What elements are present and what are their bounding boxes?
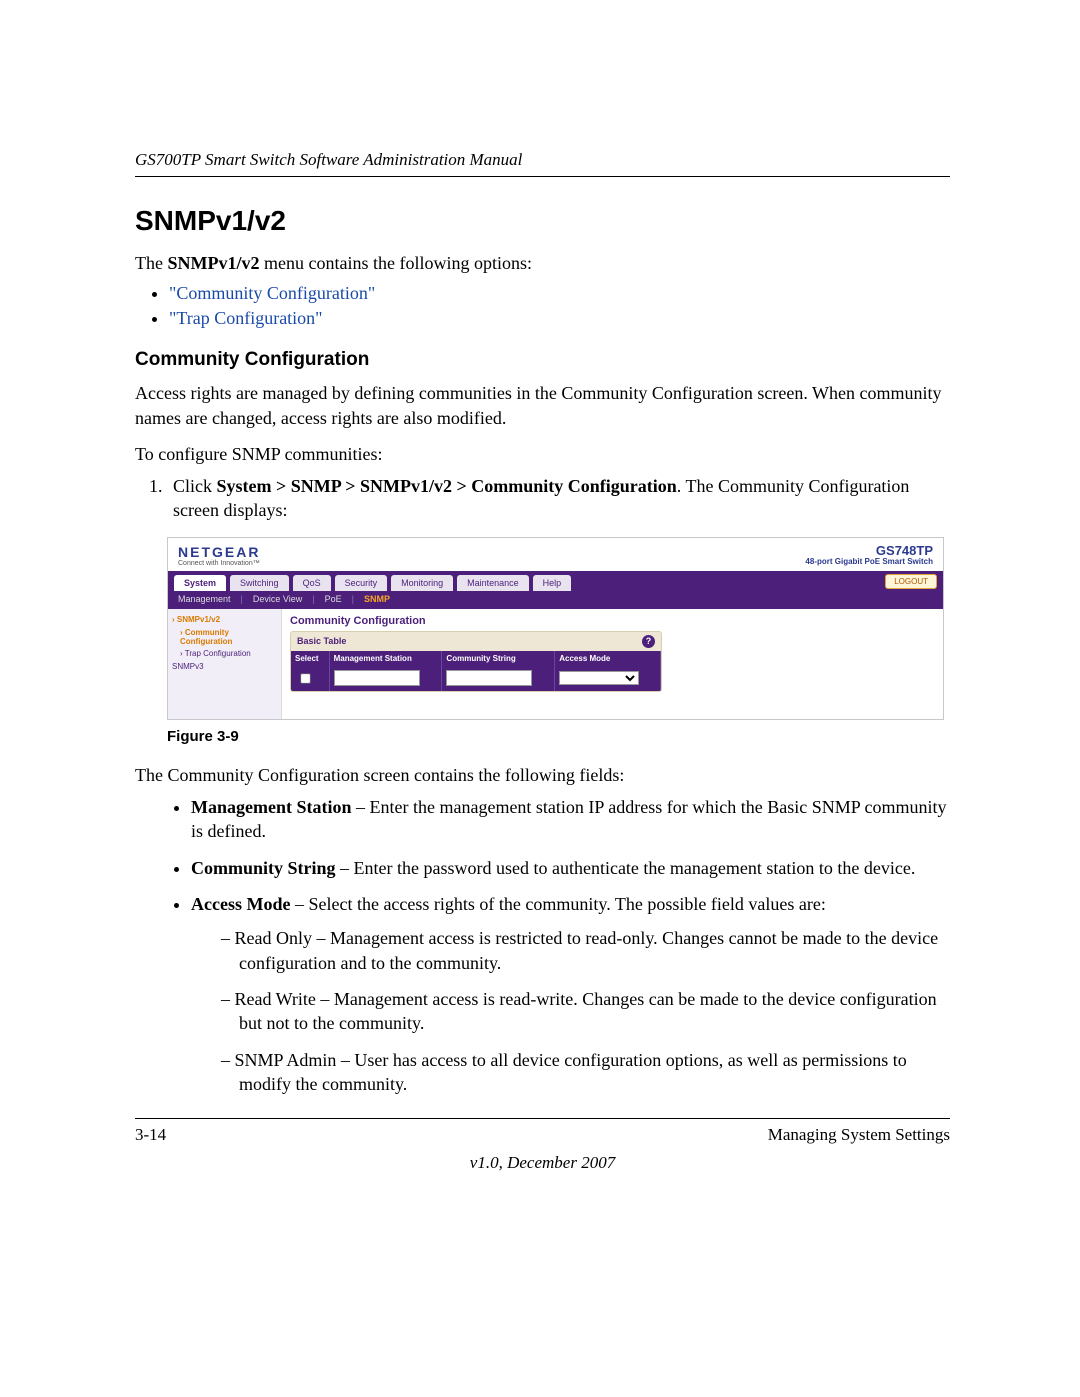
footer-row: 3-14 Managing System Settings [135, 1125, 950, 1145]
intro-paragraph: The SNMPv1/v2 menu contains the followin… [135, 251, 950, 275]
cell-community-string [442, 666, 555, 691]
running-header: GS700TP Smart Switch Software Administra… [135, 150, 950, 170]
subtab-management[interactable]: Management [178, 594, 231, 604]
subtab-separator: | [312, 594, 314, 604]
side-item-community-configuration-label: Community Configuration [180, 628, 232, 646]
th-management-station: Management Station [329, 651, 442, 666]
table-header-row: Select Management Station Community Stri… [291, 651, 661, 666]
screenshot-community-configuration: NETGEAR Connect with Innovation™ GS748TP… [167, 537, 944, 720]
community-string-input[interactable] [446, 670, 532, 686]
paragraph-access-rights: Access rights are managed by defining co… [135, 381, 950, 430]
access-mode-values: Read Only – Management access is restric… [191, 926, 950, 1096]
document-page: GS700TP Smart Switch Software Administra… [0, 0, 1080, 1397]
product-description: 48-port Gigabit PoE Smart Switch [805, 558, 933, 567]
intro-post: menu contains the following options: [259, 253, 531, 273]
row-select-checkbox[interactable] [300, 673, 310, 683]
side-item-trap-configuration-label: Trap Configuration [185, 649, 251, 658]
steps-list: Click System > SNMP > SNMPv1/v2 > Commun… [135, 474, 950, 523]
link-community-configuration[interactable]: "Community Configuration" [169, 283, 375, 303]
screenshot-header: NETGEAR Connect with Innovation™ GS748TP… [168, 538, 943, 571]
table-row [291, 666, 661, 691]
cell-management-station [329, 666, 442, 691]
side-item-community-configuration[interactable]: › Community Configuration [180, 628, 277, 646]
field-cs-label: Community String [191, 858, 336, 878]
tab-switching[interactable]: Switching [230, 575, 289, 591]
value-read-only: Read Only – Management access is restric… [221, 926, 950, 975]
subtab-device-view[interactable]: Device View [253, 594, 302, 604]
side-group-snmpv1v2-label: SNMPv1/v2 [177, 615, 220, 624]
menu-option-community: "Community Configuration" [169, 283, 950, 304]
access-mode-select[interactable] [559, 671, 639, 685]
th-access-mode: Access Mode [555, 651, 661, 666]
tab-maintenance[interactable]: Maintenance [457, 575, 529, 591]
screenshot-body: › SNMPv1/v2 › Community Configuration › … [168, 609, 943, 719]
sub-tabs: Management | Device View | PoE | SNMP [168, 591, 943, 609]
side-group-snmpv3[interactable]: SNMPv3 [172, 662, 277, 671]
basic-table-title: Basic Table [297, 636, 346, 646]
menu-option-trap: "Trap Configuration" [169, 308, 950, 329]
help-icon[interactable]: ? [642, 635, 655, 648]
product-model: GS748TP [805, 544, 933, 558]
paragraph-to-configure: To configure SNMP communities: [135, 442, 950, 466]
step-1: Click System > SNMP > SNMPv1/v2 > Commun… [167, 474, 950, 523]
side-group-snmpv1v2[interactable]: › SNMPv1/v2 [172, 615, 277, 624]
figure-caption: Figure 3-9 [167, 728, 950, 745]
cell-select [291, 666, 329, 691]
tab-system[interactable]: System [174, 575, 226, 591]
community-table: Select Management Station Community Stri… [291, 651, 661, 691]
subtab-separator: | [352, 594, 354, 604]
footer-page-number: 3-14 [135, 1125, 166, 1145]
basic-table-panel: Basic Table ? Select Management Station … [290, 631, 662, 692]
field-cs-text: – Enter the password used to authenticat… [336, 858, 916, 878]
field-management-station: Management Station – Enter the managemen… [191, 795, 950, 844]
value-read-write: Read Write – Management access is read-w… [221, 987, 950, 1036]
paragraph-fields-intro: The Community Configuration screen conta… [135, 763, 950, 787]
field-community-string: Community String – Enter the password us… [191, 856, 950, 880]
subheading-community-configuration: Community Configuration [135, 349, 950, 371]
menu-options-list: "Community Configuration" "Trap Configur… [135, 283, 950, 329]
management-station-input[interactable] [334, 670, 420, 686]
field-list: Management Station – Enter the managemen… [135, 795, 950, 1096]
basic-table-header: Basic Table ? [291, 632, 661, 651]
main-panel: Community Configuration Basic Table ? Se… [282, 609, 943, 719]
header-rule [135, 176, 950, 177]
subtab-snmp[interactable]: SNMP [364, 594, 390, 604]
figure-3-9: NETGEAR Connect with Innovation™ GS748TP… [167, 537, 950, 720]
tab-security[interactable]: Security [335, 575, 388, 591]
main-tabs: System Switching QoS Security Monitoring… [168, 571, 943, 591]
panel-title: Community Configuration [290, 615, 935, 627]
product-info: GS748TP 48-port Gigabit PoE Smart Switch [805, 544, 933, 567]
side-nav: › SNMPv1/v2 › Community Configuration › … [168, 609, 282, 719]
field-am-text: – Select the access rights of the commun… [290, 894, 825, 914]
step-1-pre: Click [173, 476, 217, 496]
footer-section: Managing System Settings [768, 1125, 950, 1145]
brand-word: NETGEAR [178, 544, 260, 560]
cell-access-mode [555, 666, 661, 691]
tab-help[interactable]: Help [533, 575, 572, 591]
tab-monitoring[interactable]: Monitoring [391, 575, 453, 591]
subtab-poe[interactable]: PoE [325, 594, 342, 604]
intro-pre: The [135, 253, 167, 273]
brand-logo: NETGEAR Connect with Innovation™ [178, 544, 260, 567]
th-select: Select [291, 651, 329, 666]
footer-version: v1.0, December 2007 [135, 1153, 950, 1173]
section-title: SNMPv1/v2 [135, 205, 950, 237]
brand-tagline: Connect with Innovation™ [178, 560, 260, 567]
field-access-mode: Access Mode – Select the access rights o… [191, 892, 950, 1096]
step-1-path: System > SNMP > SNMPv1/v2 > Community Co… [217, 476, 677, 496]
side-item-trap-configuration[interactable]: › Trap Configuration [180, 649, 277, 658]
subtab-separator: | [241, 594, 243, 604]
th-community-string: Community String [442, 651, 555, 666]
logout-button[interactable]: LOGOUT [885, 574, 937, 589]
footer-rule [135, 1118, 950, 1119]
value-snmp-admin: SNMP Admin – User has access to all devi… [221, 1048, 950, 1097]
field-ms-label: Management Station [191, 797, 352, 817]
intro-bold: SNMPv1/v2 [167, 253, 259, 273]
link-trap-configuration[interactable]: "Trap Configuration" [169, 308, 323, 328]
tab-qos[interactable]: QoS [293, 575, 331, 591]
field-am-label: Access Mode [191, 894, 290, 914]
